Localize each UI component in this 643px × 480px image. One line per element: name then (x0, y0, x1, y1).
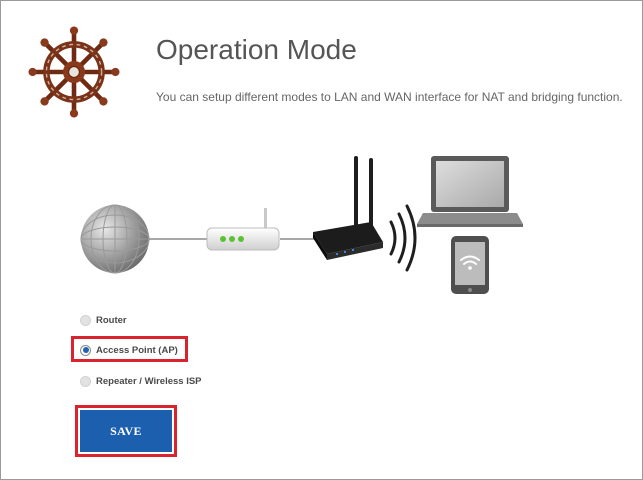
repeater-label: Repeater / Wireless ISP (96, 375, 202, 387)
access-point-label: Access Point (AP) (96, 344, 178, 356)
mode-option-access-point[interactable]: Access Point (AP) (80, 341, 178, 359)
router-radio[interactable] (80, 314, 91, 326)
page-title: Operation Mode (156, 34, 357, 65)
repeater-radio[interactable] (80, 375, 91, 387)
mode-option-repeater[interactable]: Repeater / Wireless ISP (80, 372, 202, 390)
page-description: You can setup different modes to LAN and… (156, 90, 623, 104)
globe-icon (80, 204, 150, 274)
mode-option-router[interactable]: Router (80, 311, 127, 329)
wifi-signal-icon (389, 204, 417, 272)
ship-wheel-icon (28, 26, 120, 118)
tablet-icon (451, 236, 489, 294)
save-button[interactable]: SAVE (80, 410, 172, 452)
modem-icon (206, 208, 280, 251)
router-icon (313, 156, 383, 260)
router-label: Router (96, 314, 127, 326)
access-point-radio[interactable] (80, 344, 91, 356)
network-diagram (80, 156, 523, 294)
laptop-icon (417, 156, 523, 227)
